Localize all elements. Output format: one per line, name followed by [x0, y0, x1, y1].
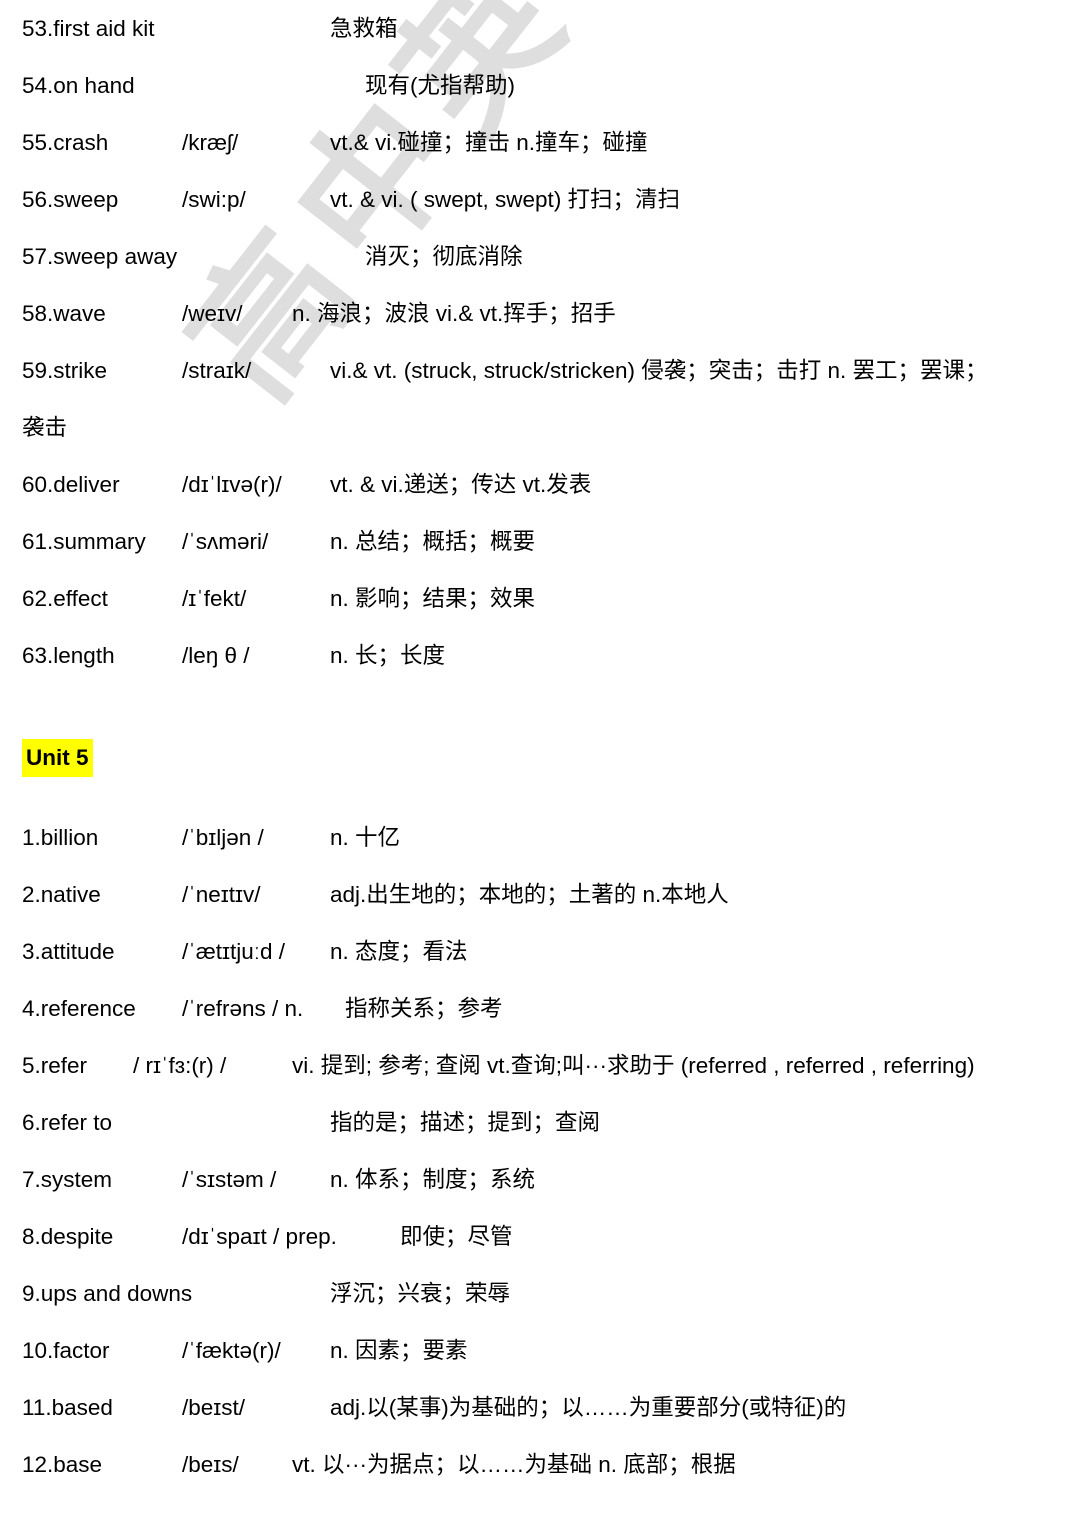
vocab-definition: n. 影响；结果；效果 — [330, 586, 536, 611]
vocab-definition: n. 态度；看法 — [330, 939, 468, 964]
vocab-entry: 56.sweep /swi:p/ vt. & vi. ( swept, swep… — [0, 171, 1080, 228]
vocab-definition: 即使；尽管 — [400, 1224, 513, 1249]
vocab-entry: 59.strike /straɪk/ vi.& vt. (struck, str… — [0, 342, 1080, 399]
vocab-definition: 指的是；描述；提到；查阅 — [330, 1110, 601, 1135]
vocab-definition: n. 长；长度 — [330, 643, 446, 668]
vocab-entry: 60.deliver /dɪˈlɪvə(r)/ vt. & vi.递送；传达 v… — [0, 456, 1080, 513]
vocabulary-document: 53.first aid kit 急救箱 54.on hand 现有(尤指帮助)… — [0, 0, 1080, 1493]
vocab-definition: vt. & vi. ( swept, swept) 打扫；清扫 — [330, 187, 681, 212]
vocab-word: 10.factor — [22, 1338, 110, 1363]
vocab-entry: 3.attitude /ˈætɪtjuːd / n. 态度；看法 — [0, 923, 1080, 980]
vocab-word: 59.strike — [22, 358, 108, 383]
vocab-definition: 指称关系；参考 — [345, 996, 503, 1021]
vocab-word: 63.length — [22, 643, 115, 668]
vocab-word: 9.ups and downs — [22, 1281, 193, 1306]
vocab-word: 5.refer — [22, 1053, 88, 1078]
vocab-definition: vi.& vt. (struck, struck/stricken) 侵袭；突击… — [330, 358, 988, 383]
vocab-definition: 现有(尤指帮助) — [365, 73, 515, 98]
vocab-phonetic: / rɪˈfɜ:(r) / — [133, 1053, 227, 1078]
vocab-phonetic: /weɪv/ — [182, 301, 243, 326]
vocab-definition-continuation-text: 袭击 — [22, 415, 68, 440]
vocab-entry: 8.despite /dɪˈspaɪt / prep. 即使；尽管 — [0, 1208, 1080, 1265]
vocab-entry: 63.length /leŋ θ / n. 长；长度 — [0, 627, 1080, 684]
vocab-definition: n. 十亿 — [330, 825, 401, 850]
vocab-entry: 4.reference /ˈrefrəns / n. 指称关系；参考 — [0, 980, 1080, 1037]
vocab-phonetic: /dɪˈlɪvə(r)/ — [182, 472, 282, 497]
vocab-word: 60.deliver — [22, 472, 120, 497]
vocab-phonetic: /beɪs/ — [182, 1452, 239, 1477]
vocab-word: 2.native — [22, 882, 101, 907]
vocab-entry: 61.summary /ˈsʌməri/ n. 总结；概括；概要 — [0, 513, 1080, 570]
vocab-entry: 11.based /beɪst/ adj.以(某事)为基础的；以……为重要部分(… — [0, 1379, 1080, 1436]
vocab-word: 53.first aid kit — [22, 16, 155, 41]
unit-heading-label: Unit 5 — [22, 739, 93, 777]
vocab-word: 57.sweep away — [22, 244, 178, 269]
vocab-phonetic: /straɪk/ — [182, 358, 252, 383]
vocab-entry: 7.system /ˈsɪstəm / n. 体系；制度；系统 — [0, 1151, 1080, 1208]
vocab-phonetic: /ˈsɪstəm / — [182, 1167, 277, 1192]
vocab-definition: 急救箱 — [330, 16, 398, 41]
vocab-entry: 58.wave /weɪv/ n. 海浪；波浪 vi.& vt.挥手；招手 — [0, 285, 1080, 342]
vocab-word: 7.system — [22, 1167, 113, 1192]
vocab-word: 56.sweep — [22, 187, 119, 212]
vocab-word: 1.billion — [22, 825, 99, 850]
vocab-definition: n. 总结；概括；概要 — [330, 529, 536, 554]
vocab-phonetic: /ˈætɪtjuːd / — [182, 939, 286, 964]
vocab-entry: 6.refer to 指的是；描述；提到；查阅 — [0, 1094, 1080, 1151]
vocab-definition: 消灭；彻底消除 — [365, 244, 523, 269]
vocab-word: 55.crash — [22, 130, 109, 155]
vocab-entry: 62.effect /ɪˈfekt/ n. 影响；结果；效果 — [0, 570, 1080, 627]
vocab-definition: adj.出生地的；本地的；土著的 n.本地人 — [330, 882, 729, 907]
vocab-entry: 12.base /beɪs/ vt. 以···为据点；以……为基础 n. 底部；… — [0, 1436, 1080, 1493]
vocab-phonetic: /beɪst/ — [182, 1395, 246, 1420]
vocab-phonetic: /swi:p/ — [182, 187, 246, 212]
vocab-word: 4.reference — [22, 996, 136, 1021]
vocab-phonetic: /ˈfæktə(r)/ — [182, 1338, 281, 1363]
unit-heading: Unit 5 — [0, 730, 1080, 787]
vocab-word: 6.refer to — [22, 1110, 113, 1135]
vocab-entry: 54.on hand 现有(尤指帮助) — [0, 57, 1080, 114]
vocab-phonetic: /ɪˈfekt/ — [182, 586, 247, 611]
vocab-phonetic: /ˈneɪtɪv/ — [182, 882, 261, 907]
vocab-definition: n. 体系；制度；系统 — [330, 1167, 536, 1192]
vocab-entry: 1.billion /ˈbɪljən / n. 十亿 — [0, 809, 1080, 866]
vocab-phonetic: /leŋ θ / — [182, 643, 250, 668]
vocab-word: 11.based — [22, 1395, 113, 1420]
vocab-definition: adj.以(某事)为基础的；以……为重要部分(或特征)的 — [330, 1395, 847, 1420]
vocab-phonetic: /dɪˈspaɪt / prep. — [182, 1224, 337, 1249]
vocab-word: 58.wave — [22, 301, 106, 326]
vocab-phonetic: /ˈsʌməri/ — [182, 529, 269, 554]
vocab-entry: 53.first aid kit 急救箱 — [0, 0, 1080, 57]
vocab-word: 61.summary — [22, 529, 146, 554]
vocab-phonetic: /ˈbɪljən / — [182, 825, 264, 850]
vocab-word: 12.base — [22, 1452, 103, 1477]
vocab-entry: 5.refer / rɪˈfɜ:(r) / vi. 提到; 参考; 查阅 vt.… — [0, 1037, 1080, 1094]
vocab-definition: n. 海浪；波浪 vi.& vt.挥手；招手 — [292, 301, 616, 326]
vocab-entry: 2.native /ˈneɪtɪv/ adj.出生地的；本地的；土著的 n.本地… — [0, 866, 1080, 923]
vocab-definition: vi. 提到; 参考; 查阅 vt.查询;叫···求助于 (referred ,… — [292, 1053, 975, 1078]
vocab-word: 54.on hand — [22, 73, 135, 98]
vocab-definition: n. 因素；要素 — [330, 1338, 468, 1363]
vocab-entry: 9.ups and downs 浮沉；兴衰；荣辱 — [0, 1265, 1080, 1322]
vocab-entry: 10.factor /ˈfæktə(r)/ n. 因素；要素 — [0, 1322, 1080, 1379]
vocab-definition: vt. & vi.递送；传达 vt.发表 — [330, 472, 592, 497]
vocab-definition: vt. 以···为据点；以……为基础 n. 底部；根据 — [292, 1452, 736, 1477]
vocab-word: 62.effect — [22, 586, 108, 611]
vocab-definition: vt.& vi.碰撞；撞击 n.撞车；碰撞 — [330, 130, 648, 155]
vocab-word: 3.attitude — [22, 939, 115, 964]
vocab-word: 8.despite — [22, 1224, 114, 1249]
vocab-entry: 57.sweep away 消灭；彻底消除 — [0, 228, 1080, 285]
vocab-definition-continuation: 袭击 — [0, 399, 1080, 456]
vocab-entry: 55.crash /kræʃ/ vt.& vi.碰撞；撞击 n.撞车；碰撞 — [0, 114, 1080, 171]
vocab-definition: 浮沉；兴衰；荣辱 — [330, 1281, 511, 1306]
vocab-phonetic: /ˈrefrəns / n. — [182, 996, 304, 1021]
vocab-phonetic: /kræʃ/ — [182, 130, 239, 155]
